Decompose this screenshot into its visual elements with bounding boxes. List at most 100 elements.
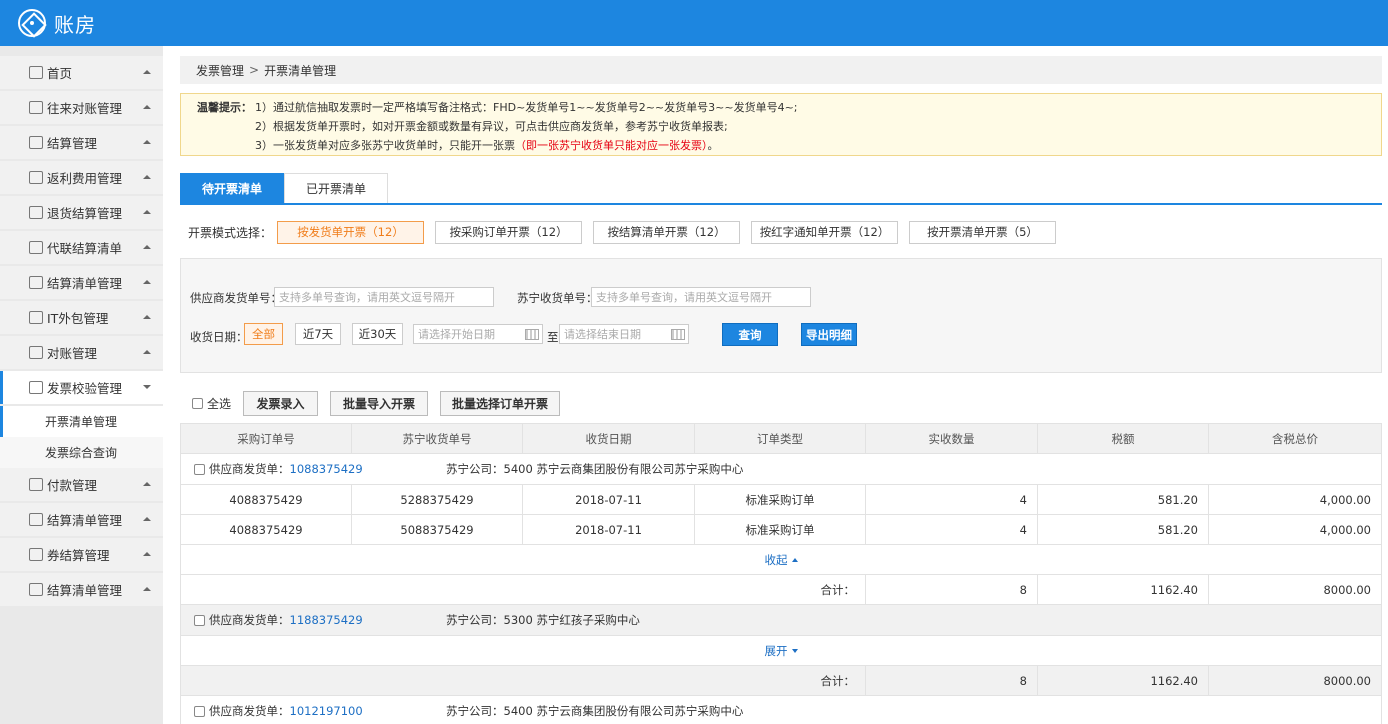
sidebar-item-coupon-settlement[interactable]: 券结算管理 [0, 538, 163, 571]
export-details-button[interactable]: 导出明细 [801, 323, 857, 346]
group-header: 供应商发货单： 1088375429 苏宁公司：5400 苏宁云商集团股份有限公… [181, 454, 1381, 485]
sidebar: 首页 往来对账管理 结算管理 返利费用管理 退货结算管理 代联结算清单 结算清单… [0, 46, 163, 724]
receipt-date-label: 收货日期： [190, 330, 248, 344]
breadcrumb-parent[interactable]: 发票管理 [196, 62, 244, 79]
chevron-up-icon [143, 140, 151, 144]
col-received-qty: 实收数量 [866, 424, 1038, 453]
batch-select-orders-button[interactable]: 批量选择订单开票 [440, 390, 561, 416]
chevron-up-icon [143, 482, 151, 486]
home-icon [29, 66, 43, 79]
tab-invoiced[interactable]: 已开票清单 [284, 173, 388, 203]
mode-by-delivery-button[interactable]: 按发货单开票（12） [277, 220, 425, 244]
select-all-label: 全选 [207, 396, 232, 411]
batch-import-button[interactable]: 批量导入开票 [330, 390, 429, 416]
select-all-checkbox[interactable] [192, 397, 203, 409]
col-tax: 税额 [1038, 424, 1209, 453]
return-icon [29, 206, 43, 219]
supplier-delivery-label: 供应商发货单号： [190, 291, 282, 305]
group-checkbox[interactable] [194, 705, 205, 717]
delivery-number-link[interactable]: 1088375429 [290, 462, 363, 476]
calendar-icon[interactable] [671, 329, 685, 340]
table-header: 采购订单号 苏宁收货单号 收货日期 订单类型 实收数量 税额 含税总价 [181, 424, 1381, 454]
chevron-up-icon [791, 557, 798, 562]
group-company: 苏宁公司：5400 苏宁云商集团股份有限公司苏宁采购中心 [446, 462, 744, 476]
sidebar-item-home[interactable]: 首页 [0, 56, 163, 89]
group-header: 供应商发货单： 1188375429 苏宁公司：5300 苏宁红孩子采购中心 [181, 605, 1381, 636]
chevron-up-icon [143, 175, 151, 179]
sidebar-item-account-check[interactable]: 对账管理 [0, 336, 163, 369]
date-30-days-button[interactable]: 近30天 [352, 323, 403, 345]
mode-label: 开票模式选择： [188, 225, 273, 240]
delivery-number-link[interactable]: 1012197100 [290, 704, 363, 718]
payment-icon [29, 478, 43, 491]
sidebar-item-settlement-list-3[interactable]: 结算清单管理 [0, 573, 163, 606]
action-bar: 全选 发票录入 批量导入开票 批量选择订单开票 [180, 390, 1382, 416]
tab-pending-invoice[interactable]: 待开票清单 [180, 173, 284, 203]
notice-line-2: 2）根据发货单开票时，如对开票金额或数量有异议，可点击供应商发货单，参考苏宁收货… [255, 120, 728, 133]
main-content: 发票管理 > 开票清单管理 温馨提示： 1）通过航信抽取发票时一定严格填写备注格… [180, 56, 1382, 724]
notice-line-3: 3）一张发货单对应多张苏宁收货单时，只能开一张票（即一张苏宁收货单只能对应一张发… [255, 139, 719, 152]
sidebar-item-settlement-list[interactable]: 结算清单管理 [0, 266, 163, 299]
group-header: 供应商发货单： 1012197100 苏宁公司：5400 苏宁云商集团股份有限公… [181, 696, 1381, 724]
mode-by-settlement-button[interactable]: 按结算清单开票（12） [593, 220, 741, 244]
mode-by-red-notice-button[interactable]: 按红字通知单开票（12） [751, 220, 899, 244]
collapse-toggle[interactable]: 收起 [181, 545, 1381, 575]
sidebar-item-settlement[interactable]: 结算管理 [0, 126, 163, 159]
sidebar-subitem-invoice-query[interactable]: 发票综合查询 [0, 437, 163, 468]
invoice-table: 采购订单号 苏宁收货单号 收货日期 订单类型 实收数量 税额 含税总价 供应商发… [180, 423, 1382, 724]
end-date-input[interactable]: 请选择结束日期 [559, 324, 689, 344]
notice-line-1: 1）通过航信抽取发票时一定严格填写备注格式：FHD~发货单号1~~发货单号2~~… [255, 101, 798, 114]
chevron-down-icon [791, 648, 798, 653]
breadcrumb: 发票管理 > 开票清单管理 [180, 56, 1382, 84]
start-date-input[interactable]: 请选择开始日期 [413, 324, 543, 344]
breadcrumb-separator: > [249, 63, 260, 77]
col-total-with-tax: 含税总价 [1272, 431, 1318, 446]
group-checkbox[interactable] [194, 463, 205, 475]
sidebar-item-reconciliation[interactable]: 往来对账管理 [0, 91, 163, 124]
chevron-up-icon [143, 517, 151, 521]
delivery-number-link[interactable]: 1188375429 [290, 613, 363, 627]
mode-by-invoice-list-button[interactable]: 按开票清单开票（5） [909, 220, 1057, 244]
chevron-up-icon [143, 587, 151, 591]
expand-toggle[interactable]: 展开 [181, 636, 1381, 666]
group-company: 苏宁公司：5300 苏宁红孩子采购中心 [446, 613, 640, 627]
group-company: 苏宁公司：5400 苏宁云商集团股份有限公司苏宁采购中心 [446, 704, 744, 718]
sidebar-item-rebate[interactable]: 返利费用管理 [0, 161, 163, 194]
col-receipt-date: 收货日期 [523, 424, 695, 453]
sidebar-item-joint-settlement[interactable]: 代联结算清单 [0, 231, 163, 264]
calendar-icon[interactable] [525, 329, 539, 340]
date-all-button[interactable]: 全部 [244, 323, 283, 345]
chevron-up-icon [143, 350, 151, 354]
sidebar-item-payment[interactable]: 付款管理 [0, 468, 163, 501]
mode-by-purchase-order-button[interactable]: 按采购订单开票（12） [435, 220, 583, 244]
sidebar-item-settlement-list-2[interactable]: 结算清单管理 [0, 503, 163, 536]
sidebar-item-it-outsourcing[interactable]: IT外包管理 [0, 301, 163, 334]
sidebar-item-invoice-check[interactable]: 发票校验管理 [0, 371, 163, 404]
date-7-days-button[interactable]: 近7天 [295, 323, 341, 345]
sidebar-item-return-settlement[interactable]: 退货结算管理 [0, 196, 163, 229]
chevron-down-icon [143, 385, 151, 389]
breadcrumb-current: 开票清单管理 [264, 63, 337, 78]
group-checkbox[interactable] [194, 614, 205, 626]
notice-title: 温馨提示： [197, 101, 252, 114]
list-icon [29, 583, 43, 596]
app-logo-icon [18, 9, 46, 37]
settlement-icon [29, 136, 43, 149]
table-row: 4088375429 5288375429 2018-07-11 标准采购订单 … [181, 485, 1381, 515]
coupon-icon [29, 548, 43, 561]
top-bar: 账房 [0, 0, 1388, 46]
suning-receipt-label: 苏宁收货单号： [517, 291, 598, 305]
list-icon [29, 513, 43, 526]
suning-receipt-input[interactable]: 支持多单号查询，请用英文逗号隔开 [591, 287, 811, 307]
chevron-up-icon [143, 70, 151, 74]
search-button[interactable]: 查询 [722, 323, 778, 346]
group-total-row: 合计： 8 1162.40 8000.00 [181, 575, 1381, 605]
chevron-up-icon [143, 280, 151, 284]
notice-box: 温馨提示： 1）通过航信抽取发票时一定严格填写备注格式：FHD~发货单号1~~发… [180, 93, 1382, 156]
col-purchase-order: 采购订单号 [181, 424, 352, 453]
supplier-delivery-input[interactable]: 支持多单号查询，请用英文逗号隔开 [274, 287, 494, 307]
invoice-entry-button[interactable]: 发票录入 [243, 390, 319, 416]
chevron-up-icon [143, 105, 151, 109]
list-icon [29, 276, 43, 289]
sidebar-subitem-invoice-list[interactable]: 开票清单管理 [0, 406, 163, 437]
